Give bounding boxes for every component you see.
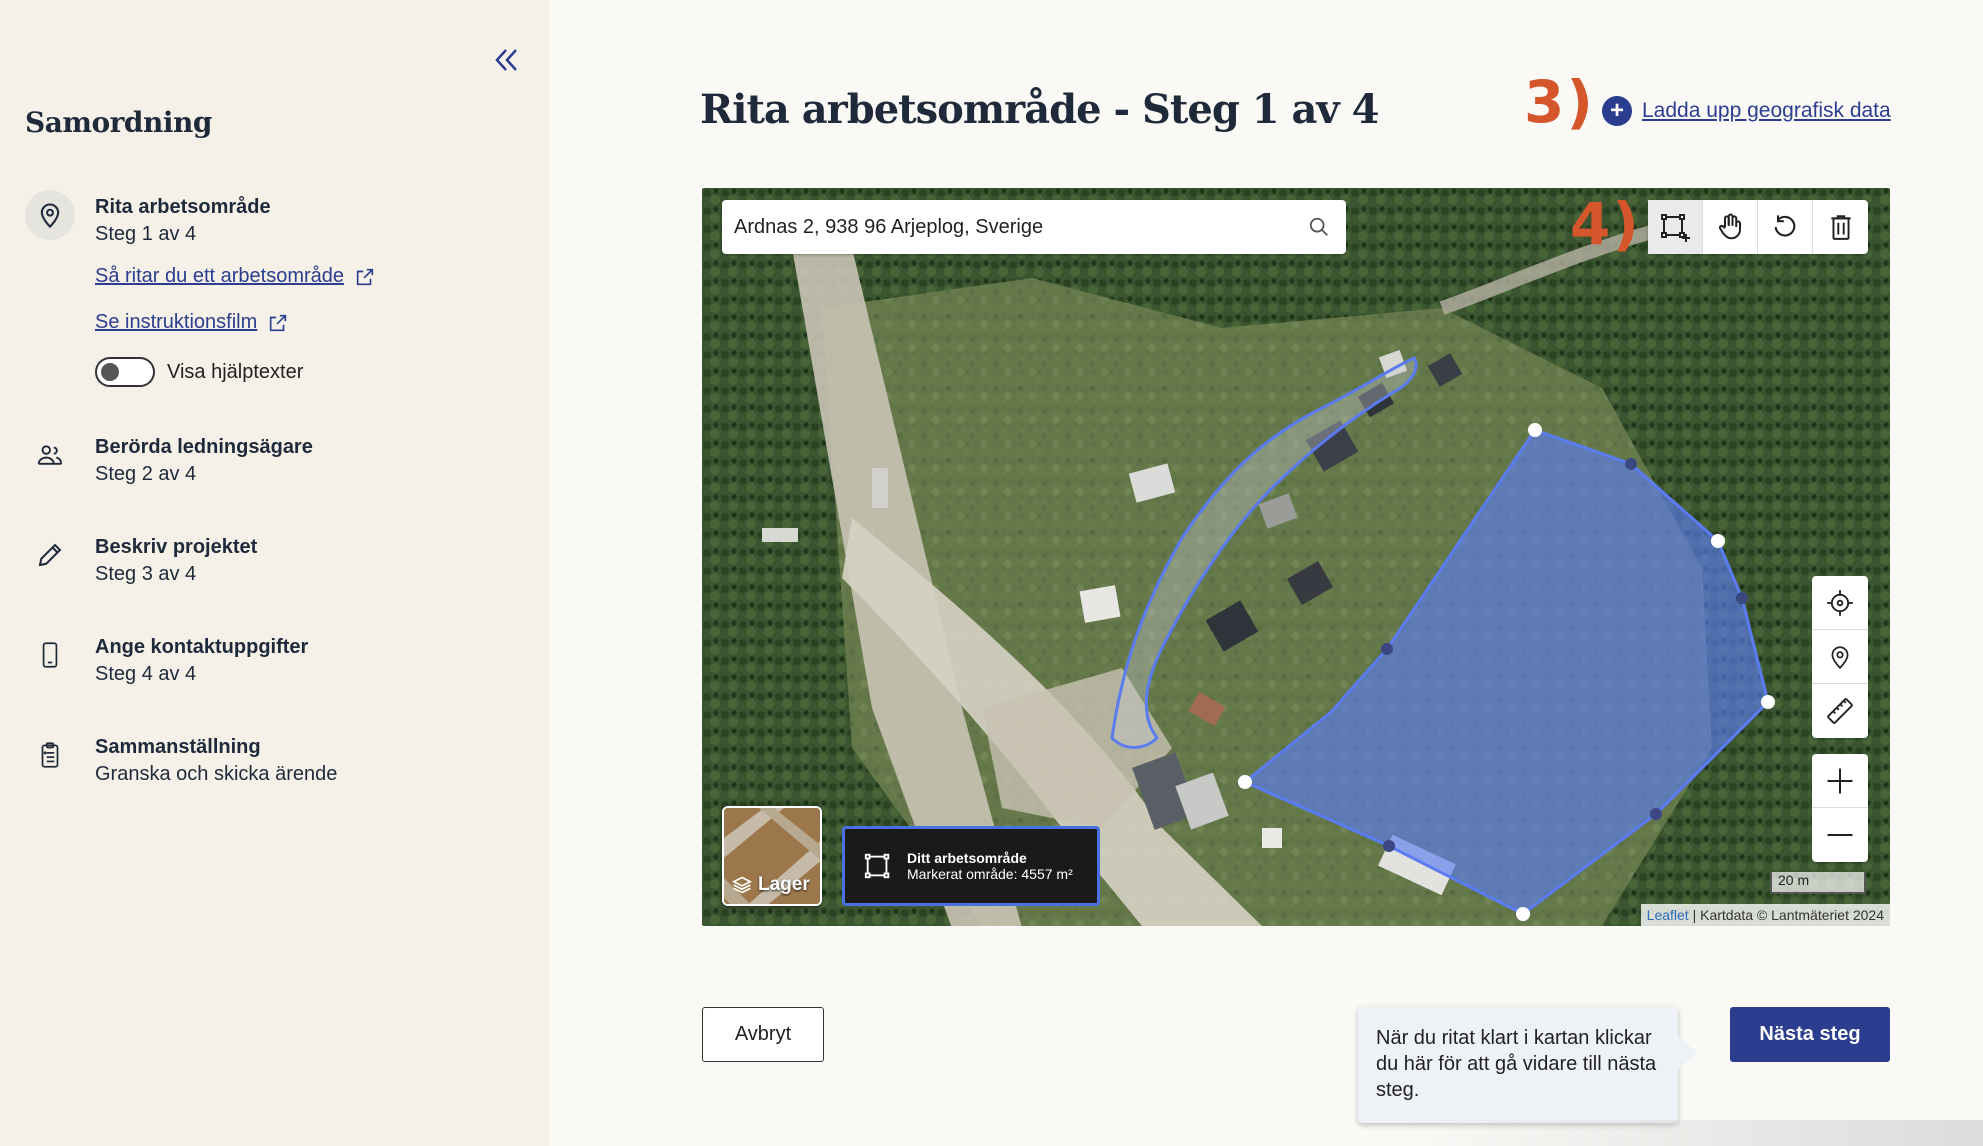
- sidebar: Samordning Rita arbetsområde Steg 1 av 4…: [0, 0, 550, 1146]
- upload-geodata-button[interactable]: + Ladda upp geografisk data: [1602, 96, 1891, 126]
- undo-tool[interactable]: [1758, 200, 1813, 254]
- page-title: Rita arbetsområde - Steg 1 av 4: [700, 86, 1379, 133]
- crosshair-icon: [1827, 589, 1853, 616]
- link-how-to-draw[interactable]: Så ritar du ett arbetsområde: [95, 265, 376, 288]
- map-pin-icon: [40, 203, 60, 229]
- draw-polygon-icon: [864, 853, 890, 879]
- locate-me-button[interactable]: [1812, 576, 1868, 630]
- search-button[interactable]: [1304, 212, 1334, 242]
- phone-icon: [42, 642, 58, 668]
- step-title: Beskriv projektet: [95, 536, 258, 558]
- step-title: Rita arbetsområde: [95, 196, 271, 218]
- next-step-tooltip: När du ritat klart i kartan klickar du h…: [1358, 1007, 1698, 1123]
- ruler-icon: [1827, 698, 1853, 724]
- delete-tool[interactable]: [1813, 200, 1868, 254]
- step-subtitle: Steg 2 av 4: [95, 463, 197, 485]
- attribution-text: | Kartdata © Lantmäteriet 2024: [1688, 907, 1884, 923]
- step-title: Sammanställning: [95, 736, 261, 758]
- hand-icon: [1718, 213, 1741, 240]
- undo-icon: [1774, 215, 1796, 237]
- leaflet-link[interactable]: Leaflet: [1647, 907, 1689, 923]
- tooltip-arrow: [1678, 1037, 1698, 1069]
- upload-geodata-link[interactable]: Ladda upp geografisk data: [1642, 99, 1891, 123]
- toggle-knob: [101, 363, 119, 381]
- step-icon-wrap: [25, 530, 75, 580]
- zoom-in-button[interactable]: [1812, 754, 1868, 808]
- minus-icon: [1827, 834, 1853, 836]
- external-link-icon: [356, 268, 374, 285]
- collapse-sidebar-button[interactable]: [488, 42, 524, 78]
- toggle-label: Visa hjälptexter: [167, 360, 304, 383]
- step-subtitle: Granska och skicka ärende: [95, 763, 338, 785]
- step-subtitle: Steg 1 av 4: [95, 223, 197, 245]
- link-label: Se instruktionsfilm: [95, 311, 258, 333]
- satellite-map-background: [702, 188, 1890, 926]
- help-text-toggle[interactable]: [95, 357, 155, 387]
- place-marker-button[interactable]: [1812, 630, 1868, 684]
- layer-label: Lager: [758, 874, 810, 895]
- trash-icon: [1830, 215, 1851, 240]
- annotation-3: 3): [1524, 68, 1595, 136]
- layers-icon: [732, 876, 752, 894]
- link-instruction-video[interactable]: Se instruktionsfilm: [95, 311, 289, 334]
- search-icon: [1309, 217, 1328, 236]
- plus-circle-icon: +: [1602, 96, 1632, 126]
- measure-button[interactable]: [1812, 684, 1868, 738]
- work-area-info: Ditt arbetsområde Markerat område: 4557 …: [842, 826, 1100, 906]
- sidebar-title: Samordning: [25, 106, 212, 139]
- map-side-controls: [1812, 576, 1868, 738]
- step-icon-wrap: [25, 430, 75, 480]
- pan-tool[interactable]: [1703, 200, 1758, 254]
- zoom-out-button[interactable]: [1812, 808, 1868, 862]
- address-search-input[interactable]: [734, 215, 1304, 239]
- step-subtitle: Steg 3 av 4: [95, 563, 197, 585]
- next-step-button[interactable]: Nästa steg: [1730, 1007, 1890, 1062]
- link-label: Så ritar du ett arbetsområde: [95, 265, 345, 287]
- annotation-4: 4): [1570, 190, 1641, 258]
- step-icon-wrap: [25, 630, 75, 680]
- map-attribution: Leaflet | Kartdata © Lantmäteriet 2024: [1640, 904, 1890, 926]
- step-icon-wrap: [25, 730, 75, 780]
- help-text-toggle-row: Visa hjälptexter: [95, 357, 303, 387]
- plus-icon: [1827, 768, 1853, 793]
- step-icon-wrap: [25, 190, 75, 240]
- map-scale: 20 m: [1770, 872, 1866, 894]
- clipboard-icon: [41, 742, 59, 768]
- users-icon: [37, 445, 63, 465]
- external-link-icon: [270, 314, 287, 331]
- area-size: Markerat område: 4557 m²: [907, 866, 1073, 882]
- step-title: Berörda ledningsägare: [95, 436, 313, 458]
- layer-label-wrap: Lager: [732, 874, 810, 896]
- draw-toolbar: [1648, 200, 1868, 254]
- bottom-shadow: [1400, 1120, 1983, 1146]
- pencil-icon: [38, 543, 62, 567]
- step-title: Ange kontaktuppgifter: [95, 636, 309, 658]
- map-pin-icon: [1831, 645, 1849, 669]
- zoom-controls: [1812, 754, 1868, 862]
- address-search: [722, 200, 1346, 254]
- draw-polygon-tool[interactable]: [1648, 200, 1703, 254]
- area-title: Ditt arbetsområde: [907, 850, 1027, 866]
- layer-switch-button[interactable]: Lager: [722, 806, 822, 906]
- tooltip-text: När du ritat klart i kartan klickar du h…: [1376, 1027, 1657, 1101]
- chevrons-left-icon: [495, 49, 517, 71]
- step-subtitle: Steg 4 av 4: [95, 663, 197, 685]
- cancel-button[interactable]: Avbryt: [702, 1007, 824, 1062]
- draw-polygon-icon: [1661, 214, 1690, 242]
- map-view[interactable]: 4): [702, 188, 1890, 926]
